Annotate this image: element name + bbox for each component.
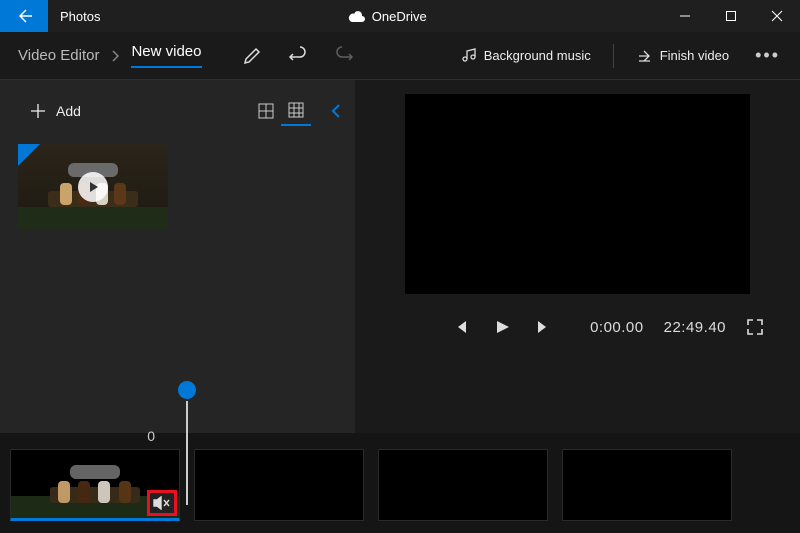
close-icon [771,10,783,22]
cloud-status[interactable]: OneDrive [112,0,662,32]
command-bar: Video Editor New video Background music … [0,32,800,80]
redo-button[interactable] [324,36,364,76]
undo-icon [288,46,308,66]
grid-small-button[interactable] [251,96,281,126]
export-icon [636,48,652,64]
back-button[interactable] [0,0,48,32]
maximize-button[interactable] [708,0,754,32]
prev-frame-button[interactable] [452,319,468,335]
storyboard-slot[interactable] [562,449,732,521]
preview-controls: 0:00.00 22:49.40 [379,294,776,336]
total-time: 22:49.40 [664,319,726,336]
breadcrumb-underline [131,66,201,68]
library-toolbar: Add [0,80,355,134]
plus-icon [30,103,46,119]
cloud-label: OneDrive [372,9,427,24]
mute-clip-button[interactable] [147,490,177,516]
finish-video-label: Finish video [660,48,729,63]
play-icon [494,319,510,335]
library-clip[interactable] [18,144,168,229]
back-arrow-icon [14,6,34,26]
play-overlay-icon [78,172,108,202]
breadcrumb-root[interactable]: Video Editor [18,47,99,64]
app-title: Photos [48,0,112,32]
undo-button[interactable] [278,36,318,76]
more-button[interactable]: ••• [747,45,788,66]
background-music-label: Background music [484,48,591,63]
current-time: 0:00.00 [590,319,644,336]
speaker-mute-icon [153,496,171,510]
grid-2x2-icon [258,103,274,119]
chevron-right-icon [111,50,119,62]
storyboard-clip[interactable]: 0 [10,449,180,521]
project-library: Add [0,80,355,433]
redo-icon [334,46,354,66]
music-icon [460,48,476,64]
collapse-library-button[interactable] [331,103,341,119]
cloud-icon [348,10,366,22]
view-toggle [251,96,311,126]
minimize-button[interactable] [662,0,708,32]
pencil-icon [243,47,261,65]
grid-3x3-icon [288,102,304,118]
editor-body: Add [0,80,800,433]
clip-duration: 0 [147,428,155,444]
preview-canvas[interactable] [405,94,750,294]
separator [613,44,614,68]
next-frame-button[interactable] [536,319,552,335]
titlebar: Photos OneDrive [0,0,800,32]
window-controls [662,0,800,32]
prev-frame-icon [452,319,468,335]
storyboard-slot[interactable] [194,449,364,521]
storyboard[interactable]: 0 [0,433,800,533]
fullscreen-button[interactable] [746,318,764,336]
playhead[interactable] [186,401,188,505]
add-label: Add [56,103,81,119]
background-music-button[interactable]: Background music [448,36,603,76]
chevron-left-icon [331,103,341,119]
finish-video-button[interactable]: Finish video [624,36,741,76]
rename-button[interactable] [232,36,272,76]
minimize-icon [679,10,691,22]
breadcrumb-current[interactable]: New video [131,43,201,64]
grid-large-button[interactable] [281,96,311,126]
add-button[interactable]: Add [30,103,81,119]
storyboard-slot[interactable] [378,449,548,521]
maximize-icon [725,10,737,22]
close-button[interactable] [754,0,800,32]
breadcrumb: Video Editor New video [18,43,202,68]
fullscreen-icon [746,318,764,336]
next-frame-icon [536,319,552,335]
preview-pane: 0:00.00 22:49.40 [355,80,800,433]
library-thumbnails [0,134,355,239]
play-button[interactable] [494,319,510,335]
